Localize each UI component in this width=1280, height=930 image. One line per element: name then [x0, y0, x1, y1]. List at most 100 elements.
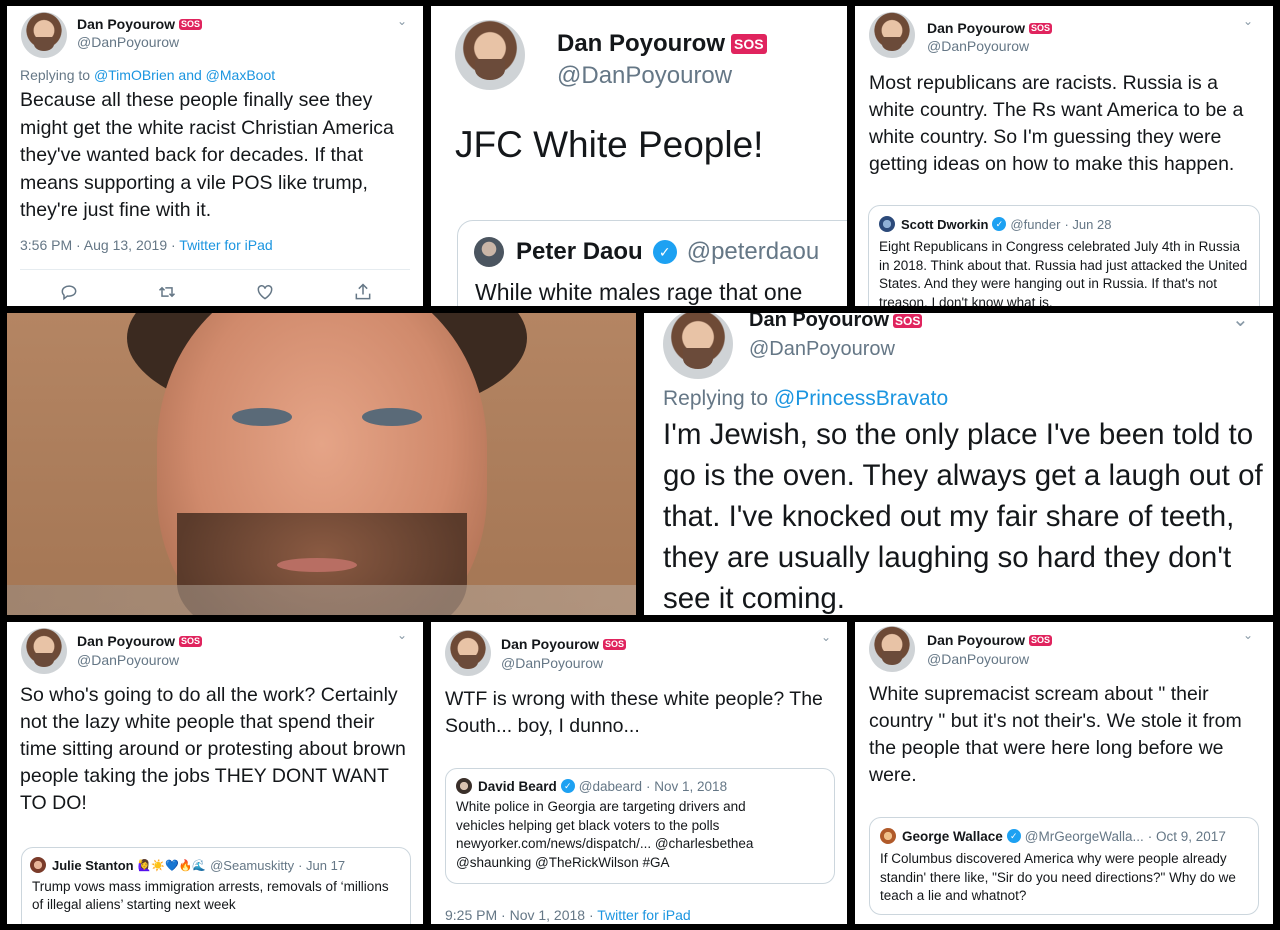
avatar [456, 778, 472, 794]
display-name[interactable]: Dan Poyourow [557, 30, 725, 58]
mention-link[interactable]: @TimOBrien [94, 67, 175, 83]
quote-author-handle: @Seamuskitty [210, 857, 295, 873]
sos-badge: SOS [1029, 634, 1053, 646]
quoted-tweet[interactable]: George Wallace ✓ @MrGeorgeWalla... · Oct… [869, 817, 1259, 915]
handle[interactable]: @DanPoyourow [557, 62, 767, 90]
sos-badge: SOS [731, 34, 767, 54]
chevron-down-icon[interactable]: ⌄ [1243, 14, 1253, 28]
quote-date: · Jun 28 [1064, 216, 1112, 232]
replying-prefix: Replying to [663, 387, 769, 410]
tweet-text: Because all these people finally see the… [20, 89, 394, 221]
quote-mentions-line[interactable]: @shaunking @TheRickWilson #GA [456, 854, 824, 873]
handle[interactable]: @DanPoyourow [927, 651, 1052, 667]
avatar [879, 216, 895, 232]
quote-author-handle: @funder [1010, 216, 1061, 232]
tweet-header: Dan Poyourow SOS @DanPoyourow [445, 630, 627, 676]
quote-link-line[interactable]: newyorker.com/news/dispatch/... @charles… [456, 835, 824, 854]
tweet-text: JFC White People! [455, 124, 764, 165]
handle[interactable]: @DanPoyourow [77, 34, 202, 50]
quote-date: · Oct 9, 2017 [1147, 828, 1226, 844]
divider [20, 269, 410, 270]
quote-author-handle: @dabeard [578, 778, 643, 794]
tweet-panel-1: Dan Poyourow SOS @DanPoyourow ⌄ Replying … [7, 6, 423, 306]
avatar [880, 828, 896, 844]
replying-prefix: Replying to [20, 67, 91, 83]
tweet-meta: 3:56 PM · Aug 13, 2019 · Twitter for iPa… [20, 237, 273, 253]
sos-badge: SOS [179, 635, 203, 647]
photo-shirt [7, 585, 636, 615]
timestamp[interactable]: 9:25 PM · Nov 1, 2018 · [445, 907, 594, 923]
quoted-tweet[interactable]: David Beard ✓ @dabeard · Nov 1, 2018 Whi… [445, 768, 835, 884]
tweet-text: White supremacist scream about " their c… [869, 683, 1242, 786]
quoted-tweet[interactable]: Peter Daou ✓ @peterdaou While white male… [457, 220, 847, 306]
tweet-text: Most republicans are racists. Russia is … [869, 72, 1244, 175]
tweet-header: Dan Poyourow SOS @DanPoyourow [869, 12, 1053, 58]
mention-link[interactable]: @PrincessBravato [774, 387, 948, 410]
quote-text: Eight Republicans in Congress celebrated… [879, 239, 1248, 306]
tweet-panel-4: Dan Poyourow SOS @DanPoyourow ⌄ Replying … [644, 313, 1273, 615]
verified-badge-icon: ✓ [992, 217, 1007, 231]
avatar [474, 237, 504, 267]
quote-author-name: David Beard [478, 778, 557, 794]
replying-to-line: Replying to @PrincessBravato [663, 387, 948, 411]
chevron-down-icon[interactable]: ⌄ [1243, 628, 1253, 642]
and-text: and [178, 67, 202, 83]
chevron-down-icon[interactable]: ⌄ [1232, 313, 1249, 332]
handle[interactable]: @DanPoyourow [749, 338, 922, 361]
display-name[interactable]: Dan Poyourow [927, 632, 1025, 648]
quote-author-name: Peter Daou [516, 238, 643, 265]
avatar [30, 857, 46, 873]
quoted-tweet[interactable]: Scott Dworkin ✓ @funder · Jun 28 Eight R… [868, 205, 1260, 306]
mention-link[interactable]: @MaxBoot [206, 67, 275, 83]
tweet-panel-2: Dan Poyourow SOS @DanPoyourow JFC White P… [431, 6, 847, 306]
handle[interactable]: @DanPoyourow [501, 655, 626, 671]
chevron-down-icon[interactable]: ⌄ [397, 628, 407, 642]
avatar[interactable] [455, 20, 525, 90]
quote-author-handle: @peterdaou [686, 238, 820, 265]
retweet-icon[interactable] [157, 282, 177, 302]
quote-text: Trump vows mass immigration arrests, rem… [32, 879, 389, 912]
avatar[interactable] [21, 628, 67, 674]
verified-badge-icon: ✓ [560, 779, 575, 793]
quote-date: · Jun 17 [298, 857, 346, 873]
source-link[interactable]: Twitter for iPad [179, 237, 272, 253]
chevron-down-icon[interactable]: ⌄ [821, 630, 831, 644]
sos-badge: SOS [893, 313, 923, 328]
replying-to-line: Replying to @TimOBrien and @MaxBoot [20, 67, 275, 83]
display-name[interactable]: Dan Poyourow [501, 636, 599, 652]
quote-author-name: George Wallace [902, 828, 1003, 844]
tweet-panel-7: Dan Poyourow SOS @DanPoyourow ⌄ White sup… [855, 622, 1273, 924]
quote-author-handle: @MrGeorgeWalla... [1024, 828, 1144, 844]
avatar[interactable] [869, 12, 915, 58]
quote-text: White police in Georgia are targeting dr… [456, 798, 824, 872]
avatar[interactable] [869, 626, 915, 672]
quote-author-name: Julie Stanton [52, 857, 134, 873]
quote-author-name: Scott Dworkin [901, 216, 989, 232]
display-name[interactable]: Dan Poyourow [77, 633, 175, 649]
photo-eye-right [362, 408, 422, 426]
handle[interactable]: @DanPoyourow [77, 652, 202, 668]
tweet-header: Dan Poyourow SOS @DanPoyourow [455, 20, 767, 90]
chevron-down-icon[interactable]: ⌄ [397, 14, 407, 28]
display-name[interactable]: Dan Poyourow [749, 313, 889, 332]
sos-badge: SOS [1029, 22, 1053, 34]
avatar[interactable] [663, 313, 733, 379]
tweet-meta: 9:25 PM · Nov 1, 2018 · Twitter for iPad [445, 907, 691, 923]
display-name[interactable]: Dan Poyourow [927, 20, 1025, 36]
timestamp[interactable]: 3:56 PM · Aug 13, 2019 · [20, 237, 176, 253]
handle[interactable]: @DanPoyourow [927, 38, 1052, 54]
tweet-panel-6: Dan Poyourow SOS @DanPoyourow ⌄ WTF is wr… [431, 622, 847, 924]
photo-eye-left [232, 408, 292, 426]
reply-icon[interactable] [59, 282, 79, 302]
share-icon[interactable] [353, 282, 373, 302]
source-link[interactable]: Twitter for iPad [597, 907, 690, 923]
tweet-text: I'm Jewish, so the only place I've been … [663, 418, 1263, 615]
display-name[interactable]: Dan Poyourow [77, 16, 175, 32]
tweet-panel-3: Dan Poyourow SOS @DanPoyourow ⌄ Most repu… [855, 6, 1273, 306]
avatar[interactable] [445, 630, 491, 676]
tweet-header: Dan Poyourow SOS @DanPoyourow [21, 628, 203, 674]
heart-icon[interactable] [255, 282, 275, 302]
avatar[interactable] [21, 12, 67, 58]
tweet-header: Dan Poyourow SOS @DanPoyourow [21, 12, 203, 58]
quoted-tweet[interactable]: Julie Stanton 🙋‍♀️☀️💙🔥🌊 @Seamuskitty · J… [21, 847, 411, 924]
